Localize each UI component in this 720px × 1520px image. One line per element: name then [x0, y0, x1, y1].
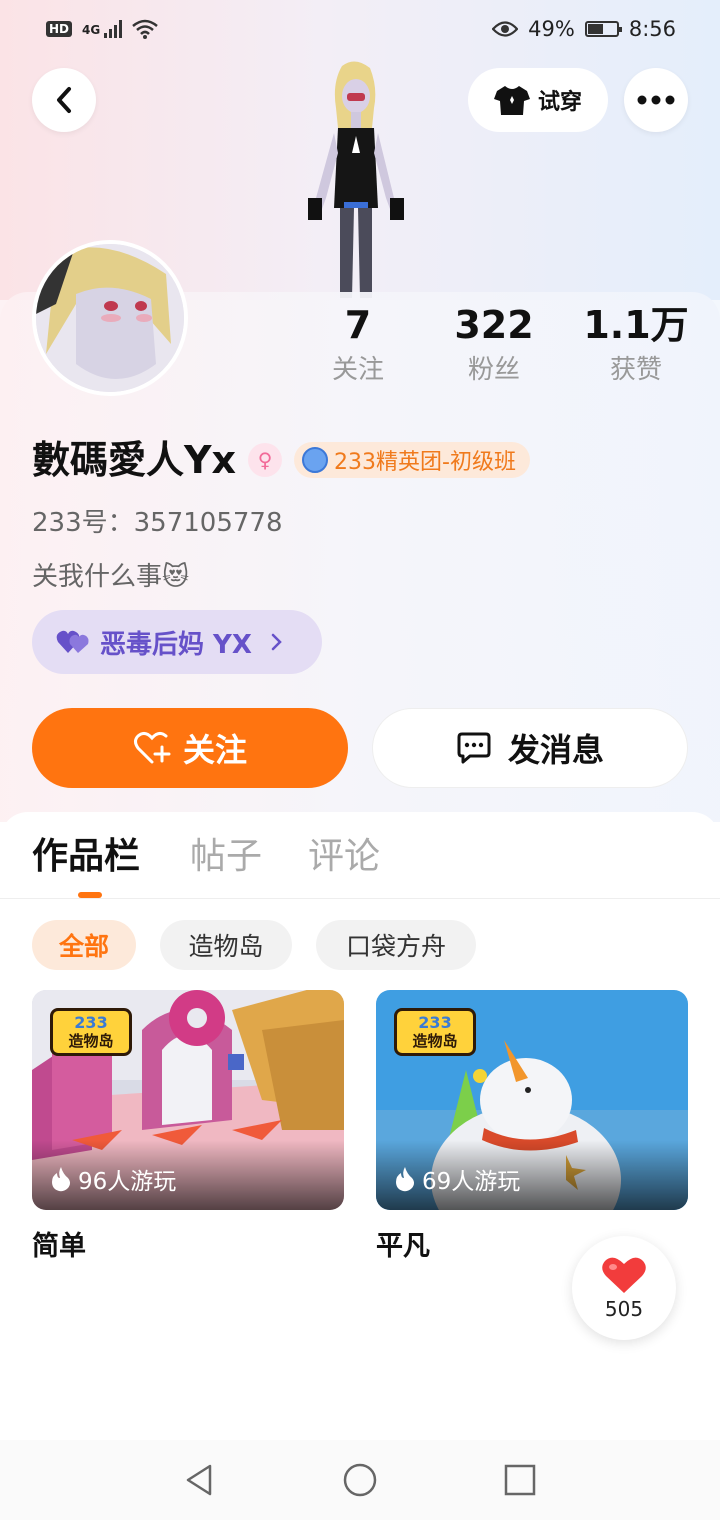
like-count: 505: [604, 1297, 644, 1321]
flame-icon: [52, 1167, 70, 1192]
message-label: 发消息: [507, 731, 604, 769]
followers-label: 粉丝: [467, 355, 520, 385]
partner-tag[interactable]: 恶毒后妈 YX: [32, 610, 322, 674]
stats-row: 7 关注 322 粉丝 1.1万 获赞: [0, 300, 720, 400]
tab-works[interactable]: 作品栏: [32, 832, 140, 882]
logo-text: 造物岛: [412, 1032, 458, 1050]
wifi-icon: [132, 19, 159, 39]
logo-number: 233: [74, 1013, 108, 1032]
creation-island-logo: 233 造物岛: [50, 1008, 132, 1056]
signal-icon: [104, 20, 123, 38]
logo-number: 233: [418, 1013, 452, 1032]
eye-icon: [492, 21, 519, 37]
more-button[interactable]: [624, 68, 688, 132]
filter-creation-island[interactable]: 造物岛: [160, 920, 292, 970]
game-card[interactable]: 233 造物岛 69人游玩 平凡: [376, 990, 688, 1263]
try-on-button[interactable]: 试穿: [468, 68, 608, 132]
avatar-figure[interactable]: [290, 58, 420, 298]
game-thumbnail: 233 造物岛 96人游玩: [32, 990, 344, 1210]
status-bar: HD 4G 49% 8:56: [0, 0, 720, 58]
following-stat[interactable]: 7 关注: [288, 300, 428, 390]
followers-count: 322: [454, 303, 534, 347]
following-count: 7: [344, 303, 372, 347]
filter-pocket-ark[interactable]: 口袋方舟: [316, 920, 476, 970]
message-button[interactable]: 发消息: [372, 708, 688, 788]
likes-count: 1.1万: [583, 303, 689, 347]
flame-icon: [396, 1167, 414, 1192]
heart-icon: [602, 1257, 646, 1293]
play-count-label: 96人游玩: [78, 1169, 177, 1195]
play-count-label: 69人游玩: [422, 1169, 521, 1195]
rank-badge[interactable]: 233精英团-初级班: [294, 442, 530, 478]
tab-comments[interactable]: 评论: [308, 832, 380, 882]
logo-text: 造物岛: [68, 1032, 114, 1050]
game-card[interactable]: 233 造物岛 96人游玩 简单: [32, 990, 344, 1263]
game-title: 简单: [32, 1231, 86, 1262]
nav-home-icon[interactable]: [342, 1462, 378, 1498]
heart-plus-icon: [133, 731, 171, 764]
play-count: 69人游玩: [394, 1162, 520, 1196]
chevron-right-icon: [271, 633, 282, 651]
filter-all[interactable]: 全部: [32, 920, 136, 970]
like-button[interactable]: 505: [572, 1236, 676, 1340]
user-bio: 关我什么事😻: [32, 562, 190, 592]
heart-pair-icon: [56, 630, 89, 653]
username: 數碼愛人Yx: [32, 438, 237, 482]
network-label: 4G: [82, 23, 101, 37]
play-count: 96人游玩: [50, 1162, 176, 1196]
following-label: 关注: [331, 355, 384, 385]
likes-stat[interactable]: 1.1万 获赞: [566, 300, 706, 390]
followers-stat[interactable]: 322 粉丝: [424, 300, 564, 390]
game-thumbnail: 233 造物岛 69人游玩: [376, 990, 688, 1210]
chat-bubble-icon: [457, 732, 491, 764]
follow-label: 关注: [182, 731, 247, 769]
battery-icon: [584, 21, 622, 37]
follow-button[interactable]: 关注: [32, 708, 348, 788]
hd-icon: HD: [46, 21, 73, 37]
back-button[interactable]: [32, 68, 96, 132]
name-row: 數碼愛人Yx ♀ 233精英团-初级班: [32, 436, 530, 484]
nav-back-icon[interactable]: [182, 1462, 218, 1498]
user-id: 233号：357105778: [32, 508, 283, 538]
try-on-label: 试穿: [537, 90, 582, 115]
female-icon: ♀: [248, 443, 283, 477]
battery-percent: 49%: [528, 17, 575, 41]
more-dots-icon: [637, 95, 675, 105]
partner-tag-label: 恶毒后妈 YX: [100, 629, 252, 660]
creation-island-logo: 233 造物岛: [394, 1008, 476, 1056]
rank-medal-icon: [302, 447, 329, 473]
chevron-left-icon: [57, 87, 71, 113]
tab-posts[interactable]: 帖子: [190, 832, 262, 882]
clock: 8:56: [628, 17, 676, 41]
tshirt-icon: [493, 86, 530, 115]
nav-recents-icon[interactable]: [502, 1462, 538, 1498]
divider: [0, 898, 720, 899]
likes-label: 获赞: [609, 355, 662, 385]
rank-badge-label: 233精英团-初级班: [334, 450, 516, 475]
